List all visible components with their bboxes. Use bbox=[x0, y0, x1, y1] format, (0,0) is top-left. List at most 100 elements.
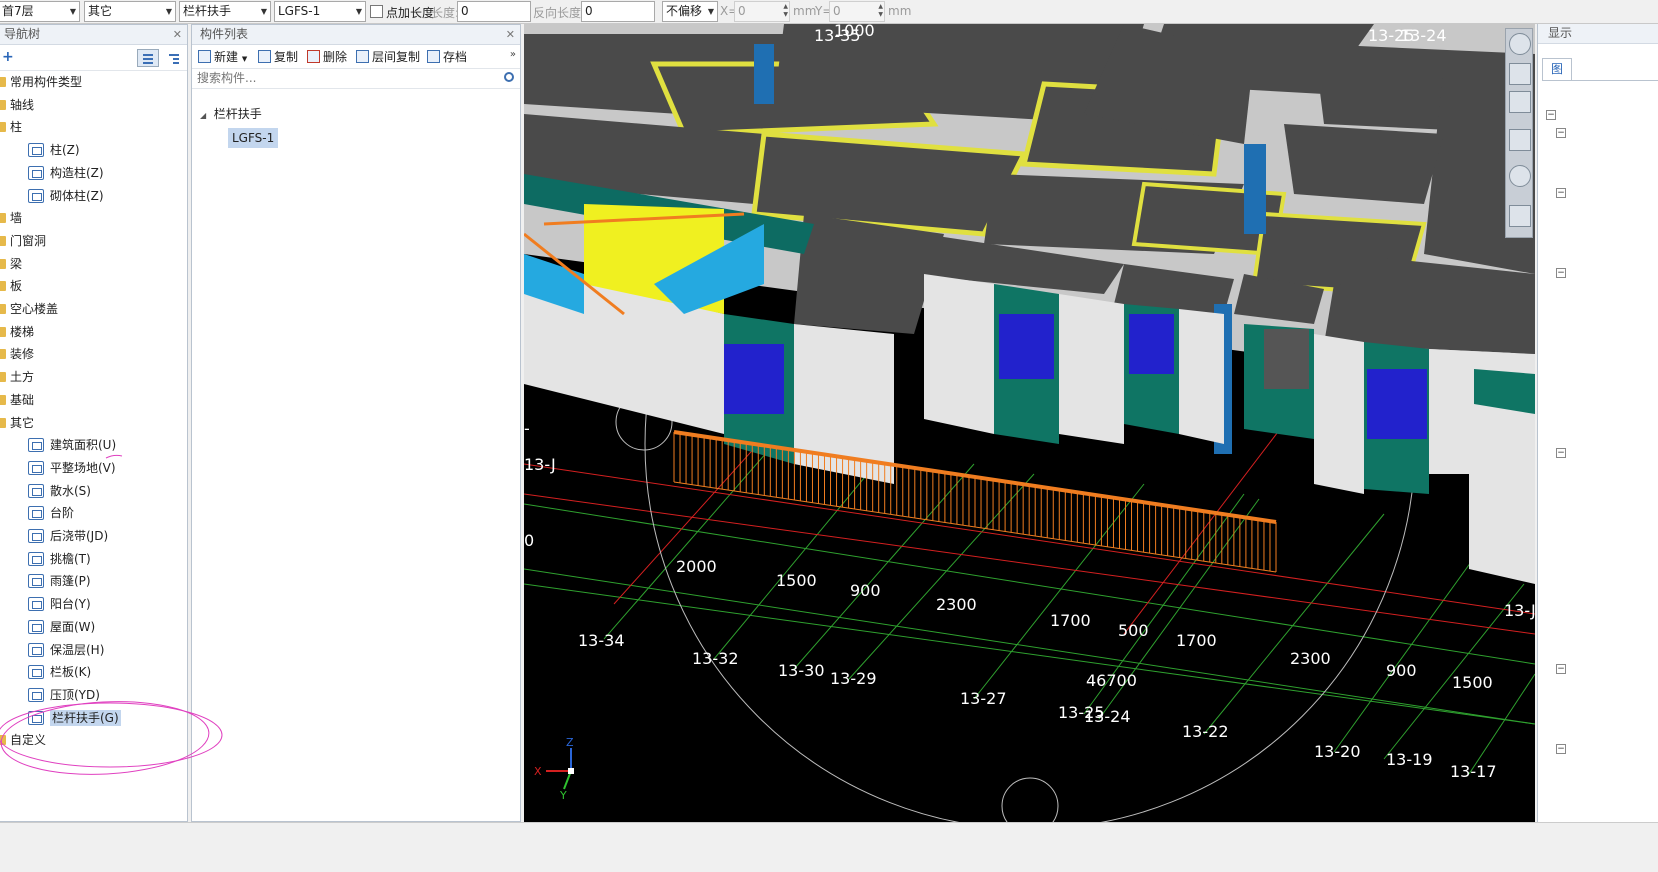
nav-group-decoration[interactable]: 装修 bbox=[0, 344, 34, 364]
axis-label: 13-J bbox=[524, 455, 556, 474]
display-panel-title: 显示 bbox=[1538, 24, 1658, 44]
component-group[interactable]: ◢ 栏杆扶手 bbox=[200, 105, 262, 122]
nav-group-slab[interactable]: 板 bbox=[0, 276, 22, 296]
search-icon[interactable] bbox=[504, 72, 514, 82]
collapse-icon[interactable]: − bbox=[1546, 110, 1556, 120]
dimension-label: 2000 bbox=[676, 557, 717, 576]
nav-item[interactable]: 后浇带(JD) bbox=[28, 526, 108, 546]
pin-icon[interactable]: + bbox=[2, 49, 14, 65]
orbit-handle-bottom[interactable] bbox=[1001, 777, 1059, 822]
collapse-triangle-icon[interactable]: ◢ bbox=[200, 111, 206, 120]
length-label: 长度: bbox=[431, 6, 460, 20]
dimension-label: 46700 bbox=[1086, 671, 1137, 690]
nav-group-other[interactable]: 其它 bbox=[0, 413, 34, 433]
nav-item[interactable]: 屋面(W) bbox=[28, 617, 95, 637]
component-list-title: 构件列表 bbox=[200, 27, 249, 41]
folder-icon bbox=[0, 417, 6, 428]
nav-item-label: 挑檐(T) bbox=[50, 551, 91, 566]
nav-group-foundation[interactable]: 基础 bbox=[0, 390, 34, 410]
nav-item[interactable]: 栏板(K) bbox=[28, 662, 91, 682]
copy-button[interactable]: 复制 bbox=[256, 48, 298, 66]
nav-item-label: 雨篷(P) bbox=[50, 574, 91, 589]
new-button[interactable]: 新建 ▼ bbox=[196, 48, 247, 66]
grid-view-button[interactable] bbox=[1509, 205, 1531, 227]
axis-label: 13-17 bbox=[1450, 762, 1497, 781]
nav-item-label: 基础 bbox=[10, 392, 35, 407]
length-input[interactable]: 0 bbox=[457, 1, 531, 22]
nav-group-column[interactable]: 柱 bbox=[0, 117, 22, 137]
y-axis-label: Y bbox=[559, 789, 567, 802]
nav-group-earthwork[interactable]: 土方 bbox=[0, 367, 34, 387]
floor-copy-button[interactable]: 层间复制 bbox=[354, 48, 420, 66]
component-select[interactable]: LGFS-1 ▼ bbox=[274, 1, 366, 22]
save-button[interactable]: 存档 bbox=[425, 48, 467, 66]
building-model-canvas[interactable]: 2000 1500 900 2300 1700 500 1700 2300 90… bbox=[524, 24, 1535, 822]
delete-button[interactable]: 删除 bbox=[305, 48, 347, 66]
nav-item[interactable]: 构造柱(Z) bbox=[28, 163, 104, 183]
folder-icon bbox=[0, 77, 6, 87]
length-input-value: 0 bbox=[461, 4, 469, 18]
nav-group-stairs[interactable]: 楼梯 bbox=[0, 322, 34, 342]
save-button-label: 存档 bbox=[443, 50, 468, 64]
nav-group-axis[interactable]: 轴线 bbox=[0, 95, 34, 115]
collapse-icon[interactable]: − bbox=[1556, 744, 1566, 754]
nav-group-hollow-slab[interactable]: 空心楼盖 bbox=[0, 299, 58, 319]
component-type-select[interactable]: 栏杆扶手 ▼ bbox=[179, 1, 271, 22]
axis-label: 13-32 bbox=[692, 649, 739, 668]
more-icon[interactable]: » bbox=[510, 49, 516, 60]
3d-viewport[interactable]: 2000 1500 900 2300 1700 500 1700 2300 90… bbox=[524, 24, 1535, 822]
collapse-icon[interactable]: − bbox=[1556, 664, 1566, 674]
render-mode-button[interactable] bbox=[1509, 33, 1531, 55]
3d-view-button[interactable] bbox=[1509, 91, 1531, 113]
collapse-icon[interactable]: − bbox=[1556, 448, 1566, 458]
collapse-icon[interactable]: − bbox=[1556, 188, 1566, 198]
x-unit-label: mm bbox=[793, 4, 817, 18]
nav-group-wall[interactable]: 墙 bbox=[0, 208, 22, 228]
offset-select-value: 不偏移 bbox=[666, 4, 703, 18]
nav-item[interactable]: 雨篷(P) bbox=[28, 571, 91, 591]
nav-item[interactable]: 挑檐(T) bbox=[28, 549, 91, 569]
rotate-icon[interactable] bbox=[1509, 165, 1531, 187]
nav-item[interactable]: 建筑面积(U) bbox=[28, 435, 116, 455]
nav-group-beam[interactable]: 梁 bbox=[0, 254, 22, 274]
nav-item[interactable]: 砌体柱(Z) bbox=[28, 186, 104, 206]
nav-group-common[interactable]: 常用构件类型 bbox=[0, 72, 82, 92]
collapse-icon[interactable]: − bbox=[1556, 128, 1566, 138]
component-item[interactable]: LGFS-1 bbox=[228, 128, 279, 148]
search-input[interactable] bbox=[192, 69, 492, 87]
2d-view-button[interactable] bbox=[1509, 63, 1531, 85]
close-icon[interactable]: ✕ bbox=[506, 25, 515, 44]
nav-item-label: 柱(Z) bbox=[50, 143, 80, 158]
collapse-icon[interactable]: − bbox=[1556, 268, 1566, 278]
nav-item[interactable]: 阳台(Y) bbox=[28, 594, 91, 614]
reverse-length-input[interactable]: 0 bbox=[581, 1, 655, 22]
nav-group-openings[interactable]: 门窗洞 bbox=[0, 231, 46, 251]
nav-item[interactable]: 台阶 bbox=[28, 503, 74, 523]
component-group-label: 栏杆扶手 bbox=[213, 107, 262, 121]
offset-select[interactable]: 不偏移 ▼ bbox=[662, 1, 718, 22]
box-view-button[interactable] bbox=[1509, 129, 1531, 151]
floor-select[interactable]: 首7层 ▼ bbox=[0, 1, 80, 22]
nav-item[interactable]: 柱(Z) bbox=[28, 140, 80, 160]
nav-item[interactable]: 平整场地(V) bbox=[28, 458, 116, 478]
category-select[interactable]: 其它 ▼ bbox=[84, 1, 176, 22]
x-coord-input[interactable]: 0 ▲ ▼ bbox=[734, 1, 790, 22]
component-type-icon bbox=[28, 483, 44, 498]
y-coord-input[interactable]: 0 ▲ ▼ bbox=[829, 1, 885, 22]
nav-item-label: 门窗洞 bbox=[10, 233, 47, 248]
component-type-icon bbox=[28, 551, 44, 566]
tree-view-button[interactable] bbox=[163, 49, 185, 67]
nav-item-label: 建筑面积(U) bbox=[50, 438, 117, 453]
y-unit-label: mm bbox=[888, 4, 912, 18]
add-length-checkbox[interactable] bbox=[370, 5, 383, 18]
z-axis-label: Z bbox=[566, 736, 574, 749]
list-view-button[interactable] bbox=[137, 49, 159, 67]
close-icon[interactable]: ✕ bbox=[173, 25, 182, 44]
save-icon bbox=[427, 50, 440, 63]
floor-select-value: 首7层 bbox=[2, 4, 34, 18]
nav-item[interactable]: 保温层(H) bbox=[28, 640, 104, 660]
reverse-length-label: 反向长度: bbox=[533, 6, 586, 20]
railing-handrail[interactable] bbox=[673, 430, 1277, 573]
display-tab[interactable]: 图 bbox=[1542, 58, 1572, 80]
nav-item[interactable]: 散水(S) bbox=[28, 481, 91, 501]
